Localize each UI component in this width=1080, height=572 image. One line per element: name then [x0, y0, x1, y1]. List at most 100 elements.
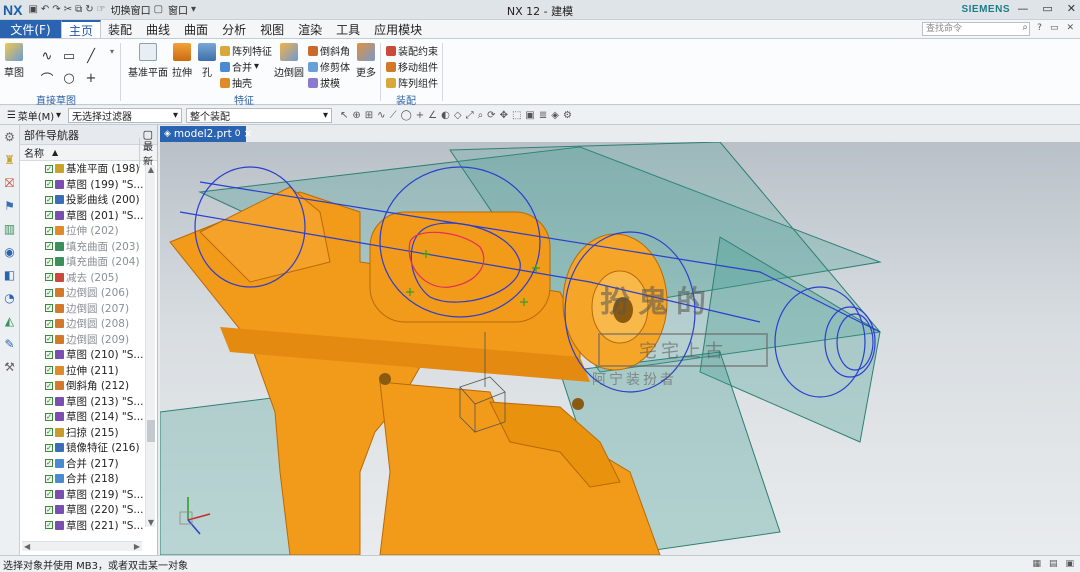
tree-item[interactable]: ✓ 镜像特征 (216)	[20, 440, 144, 456]
constraint-navigator-icon[interactable]: ⛝	[5, 176, 14, 190]
checkbox-icon[interactable]: ✓	[45, 490, 53, 499]
chamfer-button[interactable]: 倒斜角	[308, 43, 350, 58]
command-search-input[interactable]: 查找命令	[922, 22, 1030, 36]
checkbox-icon[interactable]: ✓	[45, 242, 53, 251]
checkbox-icon[interactable]: ✓	[45, 350, 53, 359]
tree-item[interactable]: ✓ 边倒圆 (207)	[20, 301, 144, 317]
checkbox-icon[interactable]: ✓	[45, 257, 53, 266]
select-icon[interactable]: ↖	[340, 110, 348, 121]
touch-mode-icon[interactable]: ☞	[97, 4, 106, 15]
close-tab-icon[interactable]: ×	[243, 128, 252, 140]
arc-icon[interactable]: ⌒	[40, 69, 53, 88]
checkbox-icon[interactable]: ✓	[45, 521, 53, 530]
checkbox-icon[interactable]: ✓	[45, 366, 53, 375]
line-snap-icon[interactable]: ⟋	[390, 110, 397, 121]
dropdown-arrow-icon[interactable]: ▾	[191, 4, 196, 15]
rectangle-icon[interactable]: ▭	[63, 49, 75, 64]
pattern-feature-button[interactable]: 阵列特征	[220, 43, 272, 58]
document-tab[interactable]: ◈ model2.prt 0 ×	[160, 126, 252, 142]
tree-item[interactable]: ✓ 草图 (201) "S...	[20, 208, 144, 224]
extrude-button[interactable]: 拉伸	[172, 43, 192, 79]
tree-item[interactable]: ✓ 草图 (220) "S...	[20, 502, 144, 518]
web-browser-icon[interactable]: ◉	[4, 245, 14, 259]
close-icon[interactable]: ✕	[1067, 2, 1076, 15]
checkbox-icon[interactable]: ✓	[45, 273, 53, 282]
tree-item[interactable]: ✓ 拉伸 (211)	[20, 363, 144, 379]
tree-item[interactable]: ✓ 草图 (199) "S...	[20, 177, 144, 193]
tab-analysis[interactable]: 分析	[215, 20, 253, 38]
tree-item[interactable]: ✓ 合并 (217)	[20, 456, 144, 472]
checkbox-icon[interactable]: ✓	[45, 304, 53, 313]
checkbox-icon[interactable]: ✓	[45, 211, 53, 220]
checkbox-icon[interactable]: ✓	[45, 195, 53, 204]
checkbox-icon[interactable]: ✓	[45, 459, 53, 468]
checkbox-icon[interactable]: ✓	[45, 397, 53, 406]
point-icon[interactable]: +	[86, 71, 97, 86]
hole-button[interactable]: 孔	[198, 43, 216, 79]
settings-icon[interactable]: ⚙	[563, 110, 572, 121]
tree-item[interactable]: ✓ 基准平面 (198)	[20, 161, 144, 177]
roles-icon[interactable]: ✎	[4, 337, 14, 351]
wireframe-icon[interactable]: ◇	[454, 110, 462, 121]
fit-icon[interactable]: ⤢	[466, 110, 474, 121]
tree-item[interactable]: ✓ 拉伸 (202)	[20, 223, 144, 239]
history-icon[interactable]: ◧	[4, 268, 15, 282]
search-icon[interactable]: ⌕	[1022, 22, 1028, 33]
trim-body-button[interactable]: 修剪体	[308, 59, 350, 74]
draft-button[interactable]: 拔模	[308, 75, 340, 90]
system-scene-icon[interactable]: ⚒	[4, 360, 15, 374]
tree-item[interactable]: ✓ 扫掠 (215)	[20, 425, 144, 441]
tree-item[interactable]: ✓ 合并 (218)	[20, 471, 144, 487]
checkbox-icon[interactable]: ✓	[45, 164, 53, 173]
circle-snap-icon[interactable]: ◯	[401, 110, 412, 121]
gear-icon[interactable]: ⚙	[4, 130, 15, 144]
clock-icon[interactable]: ◔	[4, 291, 14, 305]
checkbox-icon[interactable]: ✓	[45, 505, 53, 514]
cut-icon[interactable]: ✂	[64, 4, 72, 15]
checkbox-icon[interactable]: ✓	[45, 180, 53, 189]
copy-icon[interactable]: ⧉	[75, 4, 82, 15]
tree-item[interactable]: ✓ 草图 (214) "S...	[20, 409, 144, 425]
tab-curve[interactable]: 曲线	[139, 20, 177, 38]
tab-applications[interactable]: 应用模块	[367, 20, 429, 38]
redo-icon[interactable]: ↷	[52, 4, 60, 15]
tree-item[interactable]: ✓ 草图 (210) "S...	[20, 347, 144, 363]
point-snap-icon[interactable]: ⊕	[352, 110, 360, 121]
grid-icon[interactable]: ⊞	[365, 110, 373, 121]
tree-item[interactable]: ✓ 草图 (213) "S...	[20, 394, 144, 410]
dropdown-arrow-icon[interactable]: ▾	[254, 61, 259, 72]
line-icon[interactable]: ╱	[87, 49, 95, 64]
checkbox-icon[interactable]: ✓	[45, 474, 53, 483]
tab-tools[interactable]: 工具	[329, 20, 367, 38]
layer-icon[interactable]: ≣	[539, 110, 547, 121]
menu-dropdown[interactable]: ☰ 菜单(M) ▾	[4, 108, 64, 123]
scroll-right-icon[interactable]: ▶	[134, 542, 140, 551]
minimize-icon[interactable]: —	[1017, 2, 1028, 15]
rotate-icon[interactable]: ⟳	[487, 110, 495, 121]
palette-icon[interactable]: ◭	[5, 314, 14, 328]
checkbox-icon[interactable]: ✓	[45, 335, 53, 344]
tree-item[interactable]: ✓ 投影曲线 (200)	[20, 192, 144, 208]
navigator-vertical-scrollbar[interactable]: ▲ ▼	[145, 165, 155, 527]
tab-assembly[interactable]: 装配	[101, 20, 139, 38]
display-icon[interactable]: ◈	[551, 110, 559, 121]
save-icon[interactable]: ▣	[28, 4, 37, 15]
selection-filter-dropdown[interactable]: 无选择过滤器 ▾	[68, 107, 182, 123]
edge-blend-button[interactable]: 边倒圆	[274, 43, 304, 79]
render-style-icon[interactable]: ▣	[525, 110, 534, 121]
assembly-constraint-button[interactable]: 装配约束	[386, 43, 438, 58]
tree-item[interactable]: ✓ 减去 (205)	[20, 270, 144, 286]
checkbox-icon[interactable]: ✓	[45, 381, 53, 390]
unite-button[interactable]: 合并 ▾	[220, 59, 259, 74]
move-component-button[interactable]: 移动组件	[386, 59, 438, 74]
sketch-button[interactable]: 草图	[4, 43, 24, 79]
tree-item[interactable]: ✓ 边倒圆 (209)	[20, 332, 144, 348]
switch-window-button[interactable]: 切换窗口	[111, 2, 151, 17]
selection-scope-dropdown[interactable]: 整个装配 ▾	[186, 107, 332, 123]
shell-button[interactable]: 抽壳	[220, 75, 252, 90]
scroll-left-icon[interactable]: ◀	[24, 542, 30, 551]
checkbox-icon[interactable]: ✓	[45, 428, 53, 437]
angle-icon[interactable]: ∠	[428, 110, 437, 121]
tree-item[interactable]: ✓ 倒斜角 (212)	[20, 378, 144, 394]
shaded-icon[interactable]: ◐	[441, 110, 450, 121]
